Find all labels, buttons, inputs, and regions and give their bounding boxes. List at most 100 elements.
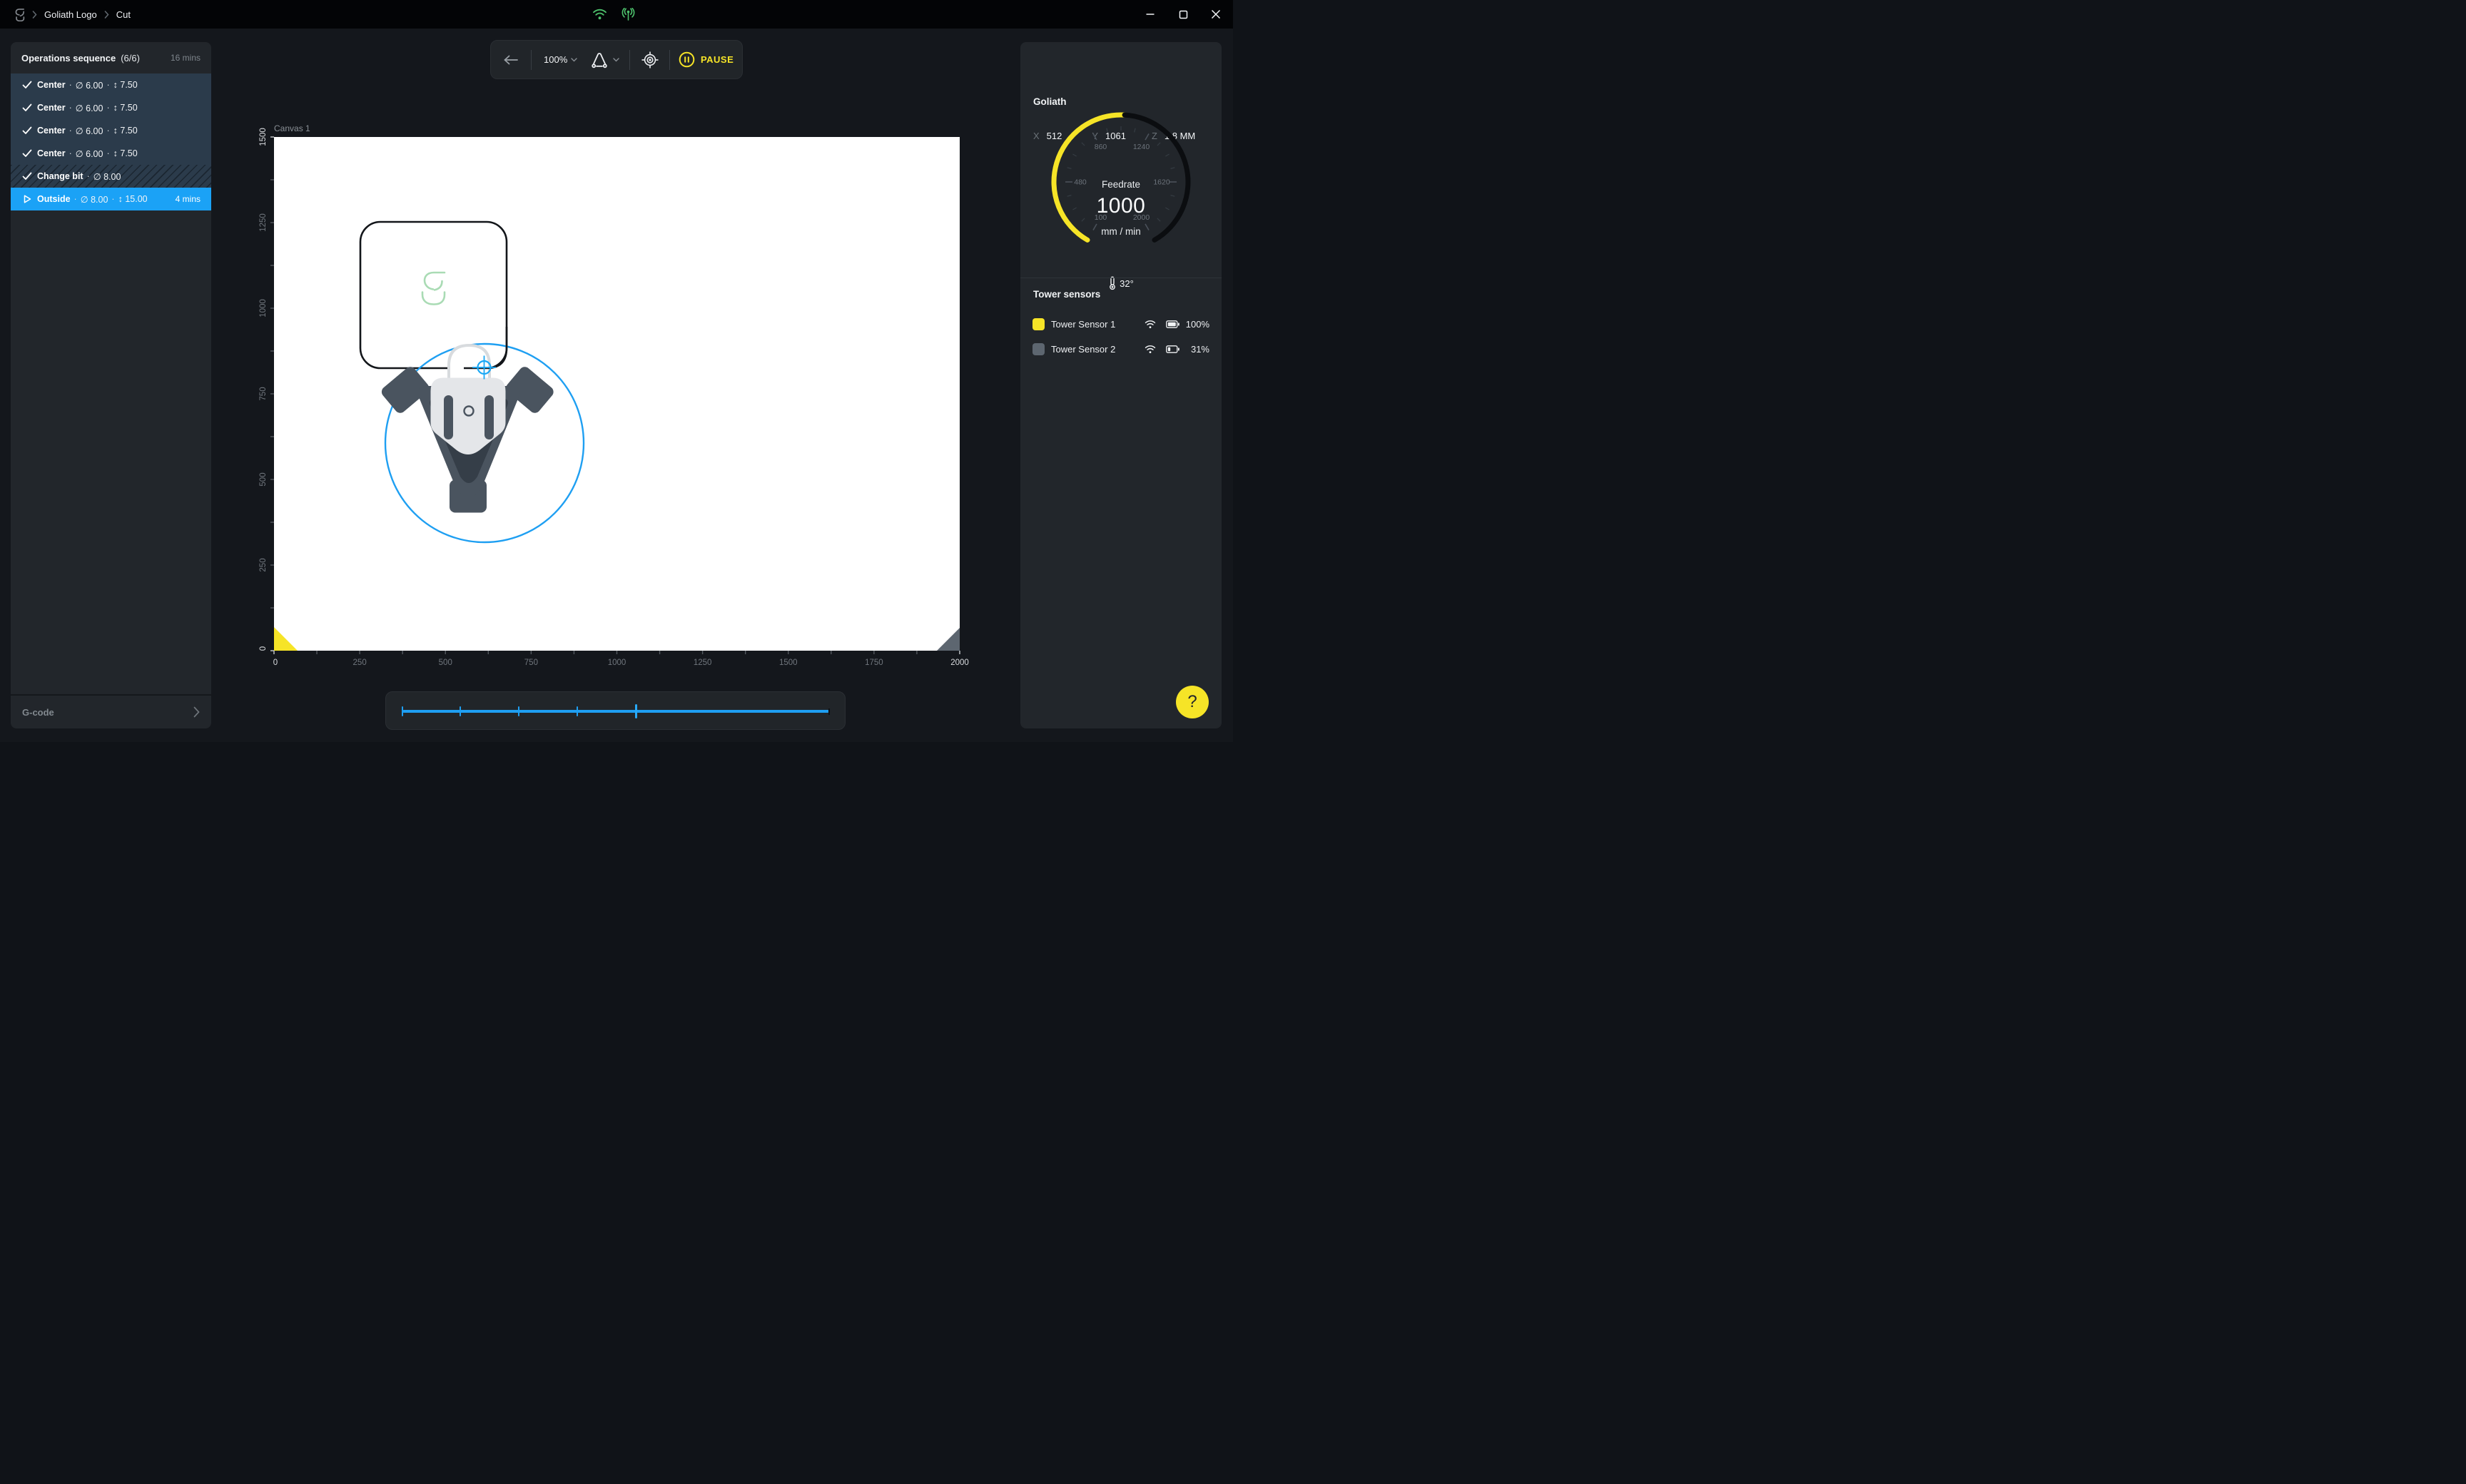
operation-depth: ↕ 7.50 xyxy=(113,103,138,113)
separator-dot: · xyxy=(74,194,77,204)
chevron-right-icon xyxy=(104,11,109,19)
gcode-label: G-code xyxy=(22,707,54,718)
svg-text:1000: 1000 xyxy=(259,299,268,317)
operation-row[interactable]: Center·∅ 6.00·↕ 7.50 xyxy=(11,142,211,165)
connection-status xyxy=(592,0,635,29)
chevron-right-icon xyxy=(193,706,200,718)
crosshair-icon xyxy=(641,51,659,69)
zoom-dropdown[interactable]: 100% xyxy=(532,41,586,78)
app-window: Goliath Logo Cut xyxy=(0,0,1233,742)
svg-text:1250: 1250 xyxy=(694,659,712,667)
temperature-readout: 32° xyxy=(1041,276,1201,290)
robot-spindle xyxy=(465,407,474,416)
operation-diameter: ∅ 6.00 xyxy=(76,148,103,159)
x-axis-ruler: 025050075010001250150017502000 xyxy=(273,651,969,667)
canvas-toolbar: 100% xyxy=(490,40,743,79)
timeline-end-cap xyxy=(828,708,830,715)
robot-view-dropdown[interactable] xyxy=(586,41,629,78)
timeline-playhead[interactable] xyxy=(635,704,637,718)
separator-dot: · xyxy=(87,171,90,181)
operation-name: Outside xyxy=(37,194,71,204)
operations-count: (6/6) xyxy=(121,53,140,63)
svg-text:1500: 1500 xyxy=(779,659,798,667)
sensor-color-swatch xyxy=(1032,343,1045,355)
pause-icon xyxy=(679,51,695,68)
operation-diameter: ∅ 8.00 xyxy=(81,194,108,205)
svg-text:1750: 1750 xyxy=(865,659,883,667)
operations-title: Operations sequence xyxy=(21,53,116,63)
separator-dot: · xyxy=(69,126,72,136)
gauge-unit: mm / min xyxy=(1041,226,1201,237)
gauge-title: Feedrate xyxy=(1041,179,1201,190)
operation-row[interactable]: Center·∅ 6.00·↕ 7.50 xyxy=(11,96,211,119)
sensor-color-swatch xyxy=(1032,318,1045,330)
x-label: X xyxy=(1033,131,1040,141)
separator-dot: · xyxy=(69,148,72,158)
separator-dot: · xyxy=(106,126,109,136)
svg-text:0: 0 xyxy=(273,659,278,667)
target-position-button[interactable] xyxy=(630,41,669,78)
svg-text:500: 500 xyxy=(259,472,268,486)
goliath-logo-icon xyxy=(14,8,25,21)
pause-button[interactable]: PAUSE xyxy=(670,41,742,78)
wifi-icon xyxy=(1145,345,1156,354)
operation-name: Center xyxy=(37,148,66,158)
sensor-battery-percent: 31% xyxy=(1179,344,1209,355)
operation-depth: ↕ 7.50 xyxy=(113,126,138,136)
close-button[interactable] xyxy=(1209,7,1223,21)
check-icon xyxy=(22,149,32,158)
wifi-icon xyxy=(1145,320,1156,329)
tower-sensors-list: Tower Sensor 1100%Tower Sensor 231% xyxy=(1020,312,1222,362)
operation-row[interactable]: Center·∅ 6.00·↕ 7.50 xyxy=(11,119,211,142)
antenna-icon xyxy=(621,8,635,21)
y-axis-ruler: 0250500750100012501500 xyxy=(259,128,274,651)
timeline-slider[interactable] xyxy=(402,710,829,713)
svg-text:750: 750 xyxy=(524,659,538,667)
separator-dot: · xyxy=(106,103,109,113)
minimize-button[interactable] xyxy=(1143,7,1157,21)
timeline-tick xyxy=(577,706,578,716)
operation-row[interactable]: Center·∅ 6.00·↕ 7.50 xyxy=(11,73,211,96)
machine-panel: Goliath X 512 Y 1061 Z 1.8 MM 1004808601… xyxy=(1020,42,1222,728)
tower-sensors-title: Tower sensors xyxy=(1033,289,1100,300)
canvas-viewport[interactable]: Canvas 1 xyxy=(257,120,978,679)
operation-row[interactable]: Outside·∅ 8.00·↕ 15.004 mins xyxy=(11,188,211,210)
gcode-expander[interactable]: G-code xyxy=(11,694,211,728)
operations-header: Operations sequence (6/6) 16 mins xyxy=(11,42,211,73)
robot-slot-left xyxy=(444,395,453,439)
canvas-work-area[interactable] xyxy=(274,137,960,651)
svg-text:0: 0 xyxy=(259,646,268,651)
help-button[interactable]: ? xyxy=(1176,686,1209,718)
svg-text:1240: 1240 xyxy=(1133,143,1150,151)
operation-depth: ↕ 7.50 xyxy=(113,80,138,90)
svg-text:500: 500 xyxy=(439,659,452,667)
maximize-button[interactable] xyxy=(1176,7,1190,21)
svg-text:1250: 1250 xyxy=(259,213,268,232)
robot-icon xyxy=(590,51,609,69)
operations-panel: Operations sequence (6/6) 16 mins Center… xyxy=(11,42,211,728)
feedrate-gauge: 100480860124016202000 Feedrate 1000 mm /… xyxy=(1041,105,1201,265)
operation-diameter: ∅ 8.00 xyxy=(93,171,121,182)
check-icon xyxy=(22,172,32,181)
separator-dot: · xyxy=(69,80,72,90)
battery-icon xyxy=(1166,320,1179,328)
separator-dot: · xyxy=(111,194,114,204)
svg-text:750: 750 xyxy=(259,387,268,400)
chevron-right-icon xyxy=(32,11,37,19)
breadcrumb-page[interactable]: Cut xyxy=(116,9,131,20)
operation-depth: ↕ 7.50 xyxy=(113,148,138,158)
sensor-row[interactable]: Tower Sensor 231% xyxy=(1020,337,1222,362)
temperature-value: 32° xyxy=(1120,278,1134,289)
back-button[interactable] xyxy=(491,41,531,78)
operation-name: Center xyxy=(37,126,66,136)
sensor-name: Tower Sensor 1 xyxy=(1051,319,1115,330)
operation-name: Center xyxy=(37,80,66,90)
check-icon xyxy=(22,103,32,112)
timeline-tick xyxy=(402,706,403,716)
sensor-row[interactable]: Tower Sensor 1100% xyxy=(1020,312,1222,337)
gauge-value: 1000 xyxy=(1041,194,1201,218)
operations-list: Center·∅ 6.00·↕ 7.50Center·∅ 6.00·↕ 7.50… xyxy=(11,73,211,210)
operation-row[interactable]: Change bit·∅ 8.00 xyxy=(11,165,211,188)
separator-dot: · xyxy=(106,148,109,158)
breadcrumb-project[interactable]: Goliath Logo xyxy=(44,9,97,20)
